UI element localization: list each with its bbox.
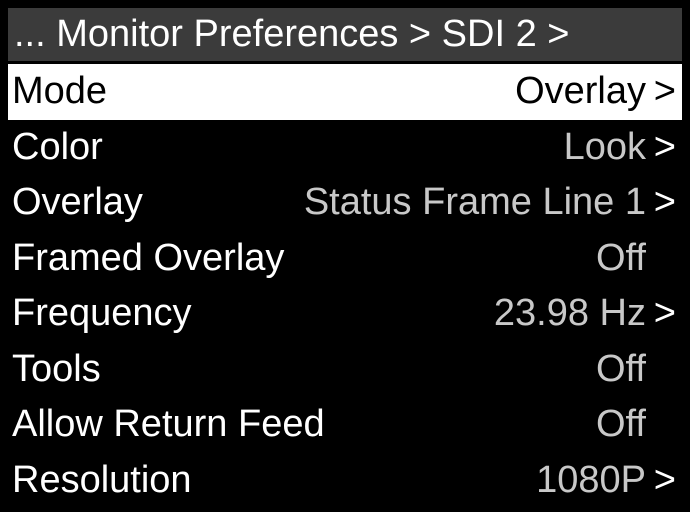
menu-item-label: Framed Overlay	[12, 236, 285, 279]
menu-item-right: Off	[596, 237, 676, 280]
menu-item-right: Off	[596, 403, 676, 446]
menu-item-value: Off	[596, 347, 646, 390]
menu-item-right: Look >	[564, 126, 676, 169]
menu-list: Mode Overlay > Color Look > Overlay Stat…	[8, 64, 682, 508]
menu-item-value: 23.98 Hz	[493, 292, 646, 335]
chevron-right-icon: >	[653, 181, 676, 224]
monitor-preferences-screen: ... Monitor Preferences > SDI 2 > Mode O…	[0, 0, 690, 512]
menu-item-value: 1080P	[536, 458, 646, 501]
menu-item-framed-overlay[interactable]: Framed Overlay Off	[8, 231, 682, 287]
menu-item-label: Frequency	[12, 292, 192, 335]
menu-item-mode[interactable]: Mode Overlay >	[8, 64, 682, 120]
menu-item-tools[interactable]: Tools Off	[8, 342, 682, 398]
menu-item-label: Overlay	[12, 181, 143, 224]
chevron-right-icon: >	[653, 70, 676, 113]
menu-item-resolution[interactable]: Resolution 1080P >	[8, 453, 682, 509]
menu-item-right: Status Frame Line 1 >	[304, 181, 676, 224]
chevron-right-icon: >	[653, 125, 676, 168]
menu-item-allow-return-feed[interactable]: Allow Return Feed Off	[8, 397, 682, 453]
chevron-right-icon: >	[653, 292, 676, 335]
menu-item-label: Allow Return Feed	[12, 403, 325, 446]
menu-item-right: Overlay >	[515, 70, 676, 113]
menu-item-right: Off	[596, 348, 676, 391]
header-title: ... Monitor Preferences > SDI 2 >	[14, 13, 570, 55]
menu-item-overlay[interactable]: Overlay Status Frame Line 1 >	[8, 175, 682, 231]
breadcrumb-header: ... Monitor Preferences > SDI 2 >	[8, 8, 682, 61]
menu-item-label: Resolution	[12, 458, 192, 501]
menu-item-label: Mode	[12, 70, 108, 113]
menu-item-value: Status Frame Line 1	[303, 181, 646, 224]
menu-item-value: Off	[596, 236, 646, 279]
menu-item-right: 1080P >	[536, 459, 676, 502]
menu-item-color[interactable]: Color Look >	[8, 120, 682, 176]
menu-item-right: 23.98 Hz >	[494, 292, 676, 335]
menu-item-label: Tools	[12, 347, 101, 390]
menu-item-frequency[interactable]: Frequency 23.98 Hz >	[8, 286, 682, 342]
menu-item-value: Look	[563, 125, 646, 168]
menu-item-value: Off	[596, 403, 646, 446]
chevron-right-icon: >	[653, 458, 676, 501]
menu-item-label: Color	[12, 125, 103, 168]
menu-item-value: Overlay	[515, 70, 646, 113]
